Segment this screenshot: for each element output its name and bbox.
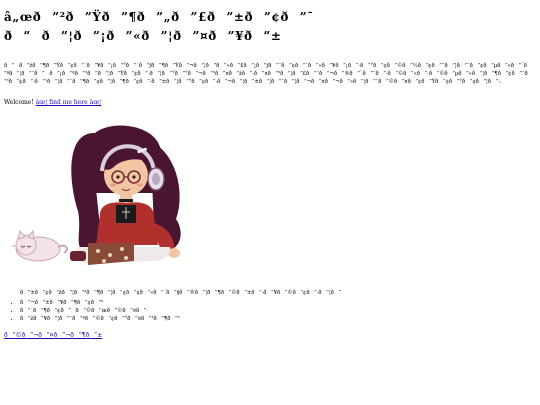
bottom-link[interactable]: ð ”©ð ”¬ð ”¤ð ”¬ð ”¶ð ”± xyxy=(4,332,102,339)
facts-list: ð ”¬ð ”±ð ”¥ð ”¶ð ”¢ð ”² ð ”´ð ”¶ð ”¢ð ”… xyxy=(4,299,536,323)
list-item: ð ”¬ð ”±ð ”¥ð ”¶ð ”¢ð ”² xyxy=(20,299,536,307)
list-item: ð ”´ð ”¶ð ”¢ð ” ð ”©ð ”œð ”©ð ”¤ð ”· xyxy=(20,307,536,315)
welcome-prefix: Welcome! xyxy=(4,99,36,106)
list-intro: ð ”±ð ”¢ð ”žð ”¦ð ”³ð ”¶ð ”¦ð ”¢ð ”¢ð ”«… xyxy=(20,290,341,296)
bottom-link-line: ð ”©ð ”¬ð ”¤ð ”¬ð ”¶ð ”± xyxy=(4,332,536,340)
page-title-line-2: ð ” ð ”¦ð ”¡ð ”«ð ”¦ð ”¤ð ”¥ð ”± xyxy=(4,29,282,43)
find-me-link[interactable]: âœ¦ find me here âœ¦ xyxy=(36,99,101,106)
avatar-illustration-icon xyxy=(12,125,181,265)
intro-paragraph: ð ” ð ”žð ”¶ð ”Ÿð ”¢ð ”´ð ”¥ð ”¡ð ”°ð ”´… xyxy=(4,63,528,85)
welcome-line: Welcome! âœ¦ find me here âœ¦ xyxy=(4,99,536,107)
page-title-line-1: â„œð ”²ð ”Ÿð ”¶ð ”„ð ”£ð ”±ð ”¢ð ”¯ xyxy=(4,10,314,24)
avatar-illustration xyxy=(4,119,194,277)
page-content: â„œð ”²ð ”Ÿð ”¶ð ”„ð ”£ð ”±ð ”¢ð ”¯ ð ” … xyxy=(4,8,536,340)
list-item: ð ”žð ”¥ð ”¦ð ”¯ð ”ºð ”©ð ”¢ð ”°ð ”¤ð ”³… xyxy=(20,315,536,323)
